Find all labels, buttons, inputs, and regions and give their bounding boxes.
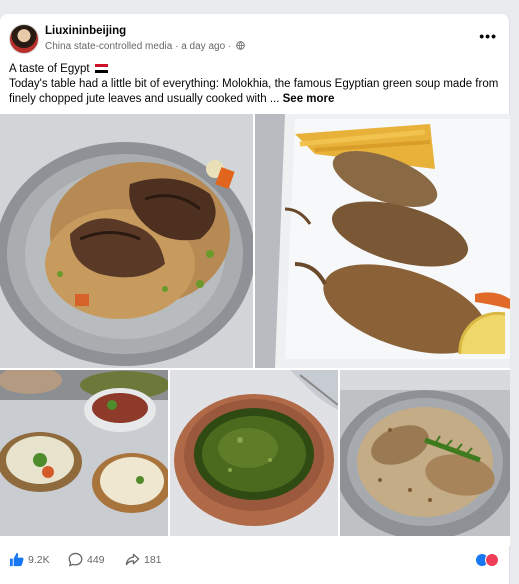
thumbs-up-icon bbox=[9, 552, 24, 567]
comment-button[interactable]: 449 bbox=[68, 552, 105, 567]
post-body-line2: finely chopped jute leaves and usually c… bbox=[9, 93, 280, 105]
post-header: Liuxininbeijing China state-controlled m… bbox=[9, 24, 501, 56]
globe-icon bbox=[236, 41, 245, 50]
photo-grilled-meat-platter[interactable] bbox=[0, 114, 253, 368]
like-button[interactable]: 9.2K bbox=[9, 552, 50, 567]
photo-molokhia-soup[interactable] bbox=[170, 370, 338, 536]
author-label: China state-controlled media bbox=[45, 41, 173, 52]
post-body-line1: Today's table had a little bit of everyt… bbox=[9, 78, 499, 90]
photo-grid bbox=[0, 114, 510, 546]
love-reaction-icon bbox=[485, 553, 499, 567]
more-options-icon[interactable]: ••• bbox=[479, 28, 497, 44]
photo-rice-pigeon[interactable] bbox=[340, 370, 510, 536]
post-title: A taste of Egypt bbox=[9, 63, 90, 75]
meta-separator: · bbox=[175, 41, 179, 52]
like-count: 9.2K bbox=[28, 553, 50, 566]
comment-icon bbox=[68, 552, 83, 567]
photo-stuffed-pigeons[interactable] bbox=[255, 114, 510, 368]
see-more-link[interactable]: See more bbox=[283, 93, 335, 105]
post-card: Liuxininbeijing China state-controlled m… bbox=[0, 14, 510, 584]
author-name[interactable]: Liuxininbeijing bbox=[45, 25, 126, 37]
photo-dips-salad[interactable] bbox=[0, 370, 168, 536]
egypt-flag-icon bbox=[94, 64, 108, 73]
reaction-summary[interactable] bbox=[475, 553, 499, 567]
post-meta: China state-controlled media · a day ago… bbox=[45, 41, 245, 52]
meta-separator-2: · bbox=[227, 41, 232, 52]
avatar[interactable] bbox=[9, 24, 39, 54]
post-time[interactable]: a day ago bbox=[181, 41, 225, 52]
comment-count: 449 bbox=[87, 553, 105, 566]
share-icon bbox=[125, 553, 140, 566]
post-actions: 9.2K 449 181 bbox=[9, 552, 501, 572]
share-button[interactable]: 181 bbox=[125, 552, 162, 567]
share-count: 181 bbox=[144, 553, 162, 566]
post-caption: A taste of Egypt Today's table had a lit… bbox=[9, 62, 501, 107]
